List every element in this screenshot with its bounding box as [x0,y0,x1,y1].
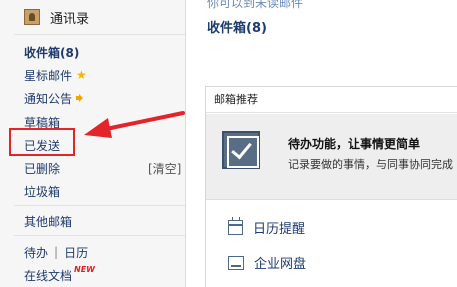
sidebar-tools-row: 待办 | 日历 [24,243,88,261]
new-badge: NEW [74,264,95,274]
sidebar-item-trash[interactable]: 垃圾箱 [24,182,60,200]
promo-title: 待办功能，让事情更简单 [288,137,421,151]
feature-calendar-reminder[interactable]: 日历提醒 [228,217,306,237]
sent-highlight-box [9,128,75,156]
sidebar-item-starred[interactable]: 星标邮件 ★ [24,66,87,84]
sidebar-item-label: 其他邮箱 [24,214,73,229]
speaker-icon [76,93,86,103]
sidebar-item-todo[interactable]: 待办 [24,244,48,261]
contacts-icon [24,9,40,25]
contacts-link[interactable]: 通讯录 [24,6,89,28]
sidebar-item-label: 星标邮件 [24,68,73,83]
calendar-icon [228,217,243,235]
feature-label: 企业网盘 [254,257,307,272]
sidebar-item-label: 在线文档 [24,268,73,283]
sidebar-item-label: 已删除 [24,161,61,176]
sidebar-item-other-mailboxes[interactable]: 其他邮箱 [24,212,72,230]
sidebar-divider [14,205,185,206]
sidebar-divider [14,235,185,236]
main-content: 你可以到未读邮件 收件箱(8) 邮箱推荐 待办功能，让事情更简单 记录要做的事情… [187,0,457,287]
contacts-label: 通讯录 [50,11,90,27]
sidebar-item-label: 垃圾箱 [24,184,61,199]
sidebar-item-online-docs[interactable]: 在线文档 NEW [24,264,95,284]
feature-enterprise-drive[interactable]: 企业网盘 [228,253,306,272]
sidebar-item-label: 通知公告 [24,91,73,106]
inbox-heading[interactable]: 收件箱(8) [207,17,267,36]
clear-deleted-link[interactable]: [清空] [148,160,181,177]
sidebar-divider [14,34,185,35]
todo-promo-card[interactable]: 待办功能，让事情更简单 记录要做的事情，与同事协同完成 [206,114,457,200]
star-icon: ★ [76,68,87,82]
recommend-panel: 邮箱推荐 待办功能，让事情更简单 记录要做的事情，与同事协同完成 日历提醒 企业… [205,86,457,287]
feature-label: 日历提醒 [253,222,306,237]
recommend-panel-title: 邮箱推荐 [206,87,457,113]
sidebar-item-notices[interactable]: 通知公告 [24,89,86,107]
sidebar-item-calendar[interactable]: 日历 [64,244,88,261]
sidebar-item-inbox[interactable]: 收件箱(8) [24,43,79,61]
sidebar-item-label: 收件箱(8) [24,45,80,60]
todo-checkbox-icon [222,131,260,169]
sidebar-item-deleted[interactable]: 已删除 [24,159,60,177]
promo-description: 记录要做的事情，与同事协同完成 [288,158,453,171]
separator: | [54,245,59,259]
drive-icon [228,255,244,270]
unread-hint-link[interactable]: 你可以到未读邮件 [207,0,303,11]
